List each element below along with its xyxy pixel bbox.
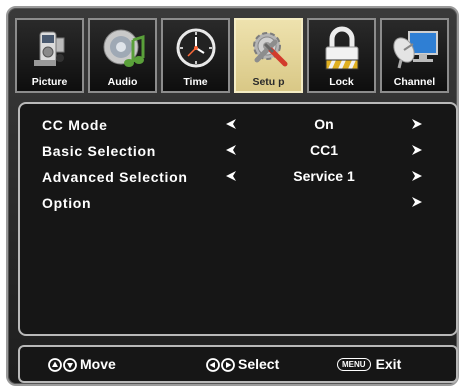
tab-label: Lock — [329, 76, 354, 88]
arrow-left-icon[interactable] — [225, 144, 237, 156]
menu-row-advanced-selection[interactable]: Advanced Selection Service 1 — [20, 164, 456, 190]
setup-menu-panel: CC Mode On Basic Selection CC1 Advanced … — [18, 102, 458, 336]
row-value: CC1 — [309, 142, 338, 158]
row-value: Service 1 — [293, 168, 355, 184]
move-hint: Move — [48, 356, 116, 372]
row-label: Advanced Selection — [42, 169, 188, 185]
tab-audio[interactable]: Audio — [88, 18, 157, 93]
tab-label: Time — [183, 76, 208, 88]
tab-label: Audio — [107, 76, 138, 88]
row-label: Option — [42, 195, 92, 211]
select-hint: Select — [206, 356, 279, 372]
tab-label: Channel — [393, 76, 436, 88]
move-label: Move — [80, 356, 116, 372]
footer-hint-bar: Move Select MENU Exit — [18, 345, 458, 383]
clock-icon — [176, 28, 216, 68]
row-value: On — [314, 116, 334, 132]
tab-setup[interactable]: Setu p — [234, 18, 303, 93]
left-right-arrows-icon — [206, 358, 235, 372]
camcorder-icon — [34, 31, 65, 66]
tab-label: Setu p — [252, 76, 285, 88]
up-down-arrows-icon — [48, 358, 77, 372]
padlock-icon — [325, 26, 359, 70]
exit-label: Exit — [375, 356, 402, 372]
exit-hint: MENU Exit — [337, 356, 401, 372]
menu-key-icon: MENU — [337, 358, 371, 371]
speaker-note-icon — [103, 29, 145, 67]
tab-picture[interactable]: Picture — [15, 18, 84, 93]
arrow-left-icon[interactable] — [225, 118, 237, 130]
tab-label: Picture — [31, 76, 68, 88]
tab-channel[interactable]: Channel — [380, 18, 449, 93]
arrow-left-icon[interactable] — [225, 170, 237, 182]
osd-window: Picture Audio Time Setu p Lock Channel C… — [6, 6, 459, 386]
row-label: CC Mode — [42, 117, 108, 133]
tab-lock[interactable]: Lock — [307, 18, 376, 93]
tab-time[interactable]: Time — [161, 18, 230, 93]
arrow-right-icon[interactable] — [411, 196, 423, 208]
select-label: Select — [238, 356, 280, 372]
menu-row-basic-selection[interactable]: Basic Selection CC1 — [20, 138, 456, 164]
satellite-dish-icon — [393, 31, 438, 69]
menu-row-cc-mode[interactable]: CC Mode On — [20, 112, 456, 138]
arrow-right-icon[interactable] — [411, 144, 423, 156]
arrow-right-icon[interactable] — [411, 118, 423, 130]
arrow-right-icon[interactable] — [411, 170, 423, 182]
menu-row-option[interactable]: Option — [20, 190, 456, 216]
wrench-gear-icon — [253, 32, 288, 67]
row-label: Basic Selection — [42, 143, 156, 159]
